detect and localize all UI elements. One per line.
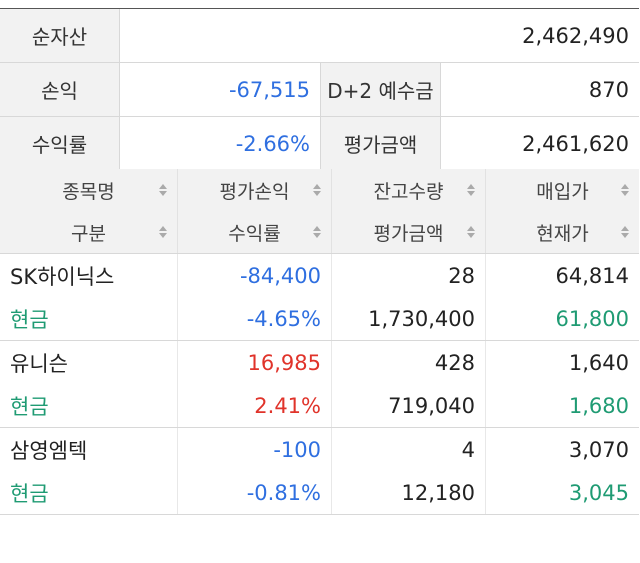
current-price: 1,680 [568,393,629,418]
header-current-price-label: 현재가 [536,222,589,245]
holding-row[interactable]: SK하이닉스 현금 -84,400 -4.65% 28 1,730,400 64… [0,254,639,341]
buy-price: 3,070 [568,437,629,462]
eval-pnl: -84,400 [239,263,321,288]
sort-header-buy-price[interactable]: 매입가 [486,169,639,211]
holdings-table-header: 종목명 구분 평가손익 수익률 잔고수량 평가금액 매입가 현재가 [0,169,639,254]
account-type: 현금 [10,481,49,506]
holding-row[interactable]: 유니슨 현금 16,985 2.41% 428 719,040 1,640 1,… [0,341,639,428]
net-assets-row: 순자산 2,462,490 [0,8,639,63]
net-assets-label: 순자산 [0,9,120,62]
sort-icon [313,184,321,196]
deposit-value: 870 [588,77,629,102]
pnl-value: -67,515 [228,77,310,102]
sort-header-return[interactable]: 수익률 [178,211,331,253]
header-col-name: 종목명 구분 [0,169,178,253]
eval-label: 평가금액 [320,117,441,170]
pnl-label: 손익 [0,63,120,116]
stock-name: SK하이닉스 [10,264,115,289]
header-col-price: 매입가 현재가 [486,169,639,253]
eval-amount: 1,730,400 [368,306,475,331]
current-price: 3,045 [568,480,629,505]
quantity: 428 [434,350,475,375]
pnl-row: 손익 -67,515 D+2 예수금 870 [0,63,639,117]
holdings-list: SK하이닉스 현금 -84,400 -4.65% 28 1,730,400 64… [0,254,639,515]
current-price: 61,800 [555,306,629,331]
account-type: 현금 [10,307,49,332]
header-quantity-label: 잔고수량 [373,180,444,203]
eval-pnl: 16,985 [247,350,321,375]
return-rate: -4.65% [246,306,321,331]
sort-header-quantity[interactable]: 잔고수량 [332,169,485,211]
deposit-label: D+2 예수금 [320,63,441,116]
sort-header-eval[interactable]: 평가금액 [332,211,485,253]
sort-icon [467,226,475,238]
return-value: -2.66% [235,131,310,156]
eval-value: 2,461,620 [522,131,629,156]
account-summary: 순자산 2,462,490 손익 -67,515 D+2 예수금 870 수익률… [0,8,639,171]
sort-header-name[interactable]: 종목명 [0,169,177,211]
header-type-label: 구분 [71,222,106,245]
sort-icon [159,226,167,238]
sort-header-type[interactable]: 구분 [0,211,177,253]
sort-icon [467,184,475,196]
return-label: 수익률 [0,117,120,170]
return-rate: 2.41% [254,393,321,418]
return-rate: -0.81% [246,480,321,505]
return-row: 수익률 -2.66% 평가금액 2,461,620 [0,117,639,171]
sort-icon [621,184,629,196]
header-return-label: 수익률 [228,222,281,245]
eval-amount: 12,180 [401,480,475,505]
eval-pnl: -100 [273,437,321,462]
header-col-pnl: 평가손익 수익률 [178,169,332,253]
sort-header-current-price[interactable]: 현재가 [486,211,639,253]
eval-amount: 719,040 [388,393,475,418]
header-buy-price-label: 매입가 [536,180,589,203]
net-assets-value: 2,462,490 [522,23,629,48]
sort-header-pnl[interactable]: 평가손익 [178,169,331,211]
header-pnl-label: 평가손익 [219,180,290,203]
header-eval-label: 평가금액 [373,222,444,245]
header-col-quantity: 잔고수량 평가금액 [332,169,486,253]
quantity: 28 [448,263,475,288]
stock-name: 삼영엠텍 [10,438,88,463]
sort-icon [313,226,321,238]
sort-icon [159,184,167,196]
stock-name: 유니슨 [10,351,68,376]
buy-price: 64,814 [555,263,629,288]
quantity: 4 [461,437,475,462]
account-type: 현금 [10,394,49,419]
holding-row[interactable]: 삼영엠텍 현금 -100 -0.81% 4 12,180 3,070 3,045 [0,428,639,515]
header-name-label: 종목명 [62,180,115,203]
buy-price: 1,640 [568,350,629,375]
sort-icon [621,226,629,238]
